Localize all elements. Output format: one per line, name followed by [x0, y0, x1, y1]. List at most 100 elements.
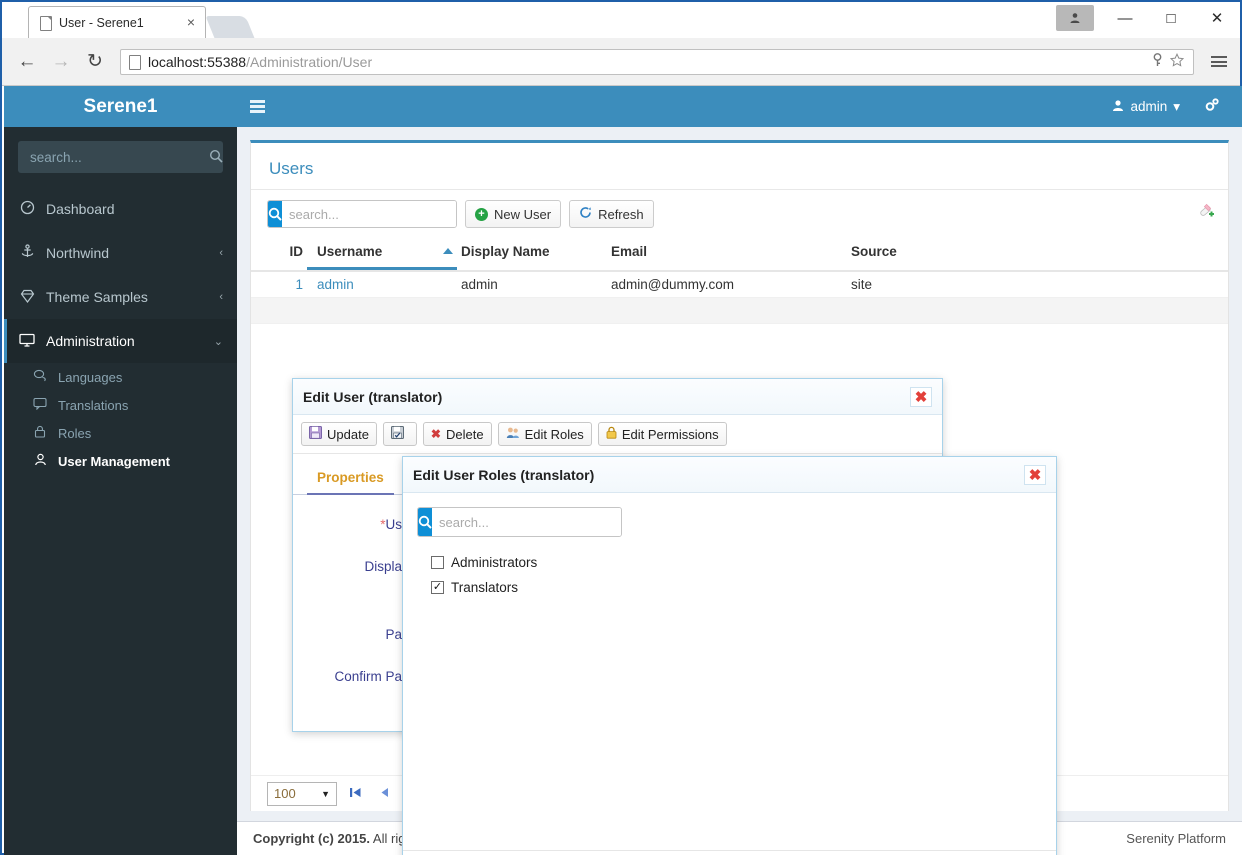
column-header-display-name[interactable]: Display Name [457, 236, 607, 270]
user-icon [32, 453, 48, 469]
window-maximize-button[interactable]: □ [1148, 2, 1194, 34]
edit-user-dialog-toolbar: Update ✖ Delete Edit Roles Edit Permissi… [293, 415, 942, 454]
address-bar[interactable]: localhost:55388/Administration/User [120, 48, 1194, 75]
delete-label: Delete [445, 426, 484, 442]
tab-title: User - Serene1 [59, 15, 144, 30]
edit-roles-dialog-titlebar[interactable]: Edit User Roles (translator) ✖ [403, 457, 1056, 493]
column-header-id[interactable]: ID [267, 236, 307, 270]
roles-quick-search[interactable] [417, 507, 622, 537]
cell-username[interactable]: admin [307, 277, 457, 292]
save-icon [309, 426, 322, 442]
user-menu-label: admin [1130, 99, 1168, 114]
checkbox-unchecked-icon[interactable] [431, 556, 444, 569]
edit-roles-dialog-buttons: OK Cancel [403, 850, 1056, 855]
edit-user-roles-dialog: Edit User Roles (translator) ✖ Administr [402, 456, 1057, 855]
settings-menu-button[interactable] [1192, 86, 1232, 127]
search-icon[interactable] [268, 201, 282, 227]
sidebar-item-label: Languages [58, 369, 123, 385]
new-user-button[interactable]: + New User [465, 200, 562, 228]
app-logo[interactable]: Serene1 [4, 86, 237, 127]
page-info-icon [129, 54, 141, 70]
grid-quick-search[interactable] [267, 200, 457, 228]
profile-icon[interactable] [1056, 5, 1094, 31]
save-and-close-button[interactable] [382, 422, 417, 446]
page-title: Users [251, 143, 1228, 190]
table-row[interactable]: 1 admin admin admin@dummy.com site [251, 272, 1228, 298]
top-navbar: admin ▾ [237, 86, 1242, 127]
page-size-value: 100 [274, 786, 296, 801]
window-minimize-button[interactable]: — [1102, 2, 1148, 34]
cell-email: admin@dummy.com [611, 277, 734, 292]
diamond-icon [18, 289, 36, 306]
search-icon[interactable] [418, 508, 432, 536]
sidebar-item-northwind[interactable]: Northwind ‹ [4, 231, 237, 275]
refresh-button[interactable]: Refresh [569, 200, 654, 228]
chevron-down-icon: ⌄ [213, 335, 223, 348]
role-checkbox-translators[interactable]: ✓ Translators [431, 580, 1042, 595]
edit-roles-button[interactable]: Edit Roles [497, 422, 592, 446]
checkbox-checked-icon[interactable]: ✓ [431, 581, 444, 594]
forward-button[interactable]: → [44, 45, 78, 79]
sidebar-item-label: Northwind [46, 245, 110, 261]
sidebar-item-label: Translations [58, 397, 129, 413]
form-label-password: Pa [385, 626, 402, 642]
sidebar-search[interactable] [18, 141, 223, 173]
edit-user-dialog-titlebar[interactable]: Edit User (translator) ✖ [293, 379, 942, 415]
browser-tab[interactable]: User - Serene1 × [28, 6, 206, 38]
first-page-button[interactable] [345, 786, 366, 802]
role-checkbox-administrators[interactable]: Administrators [431, 555, 1042, 570]
sidebar-item-dashboard[interactable]: Dashboard [4, 187, 237, 231]
form-label-text: Us [385, 516, 403, 532]
search-icon[interactable] [209, 149, 223, 166]
delete-button[interactable]: ✖ Delete [422, 422, 492, 446]
key-icon[interactable] [1147, 53, 1167, 70]
sidebar-item-languages[interactable]: Languages [4, 363, 237, 391]
sidebar: Dashboard Northwind ‹ [4, 127, 237, 855]
sidebar-item-roles[interactable]: Roles [4, 419, 237, 447]
lock-icon [606, 426, 617, 442]
new-tab-button[interactable] [205, 16, 255, 38]
reload-button[interactable]: ↻ [78, 45, 112, 79]
bookmark-star-icon[interactable] [1167, 53, 1187, 70]
back-button[interactable]: ← [10, 45, 44, 79]
edit-user-dialog-title: Edit User (translator) [303, 388, 443, 405]
browser-window: User - Serene1 × — □ ✕ ← → ↻ localhost:5… [0, 0, 1242, 855]
tab-properties[interactable]: Properties [307, 462, 394, 495]
previous-page-button[interactable] [374, 786, 395, 802]
window-close-button[interactable]: ✕ [1194, 2, 1240, 34]
column-header-label: Username [317, 244, 383, 259]
dashboard-icon [18, 200, 36, 218]
edit-roles-label: Edit Roles [524, 426, 584, 442]
cell-id: 1 [295, 277, 303, 292]
column-picker-icon[interactable] [1196, 198, 1218, 220]
sidebar-item-administration[interactable]: Administration ⌄ [4, 319, 237, 363]
chevron-down-icon: ▾ [1173, 98, 1180, 114]
user-menu[interactable]: admin ▾ [1100, 86, 1192, 127]
browser-menu-button[interactable] [1206, 47, 1232, 77]
comment-icon [32, 397, 48, 413]
close-icon[interactable]: ✖ [1024, 464, 1046, 485]
refresh-label: Refresh [598, 206, 644, 222]
hamburger-icon [1211, 54, 1227, 70]
column-header-email[interactable]: Email [607, 236, 847, 270]
grid-search-input[interactable] [282, 201, 456, 227]
sidebar-search-input[interactable] [28, 148, 209, 166]
new-user-label: New User [494, 206, 552, 222]
page-size-select[interactable]: 100 ▼ [267, 781, 337, 806]
sidebar-item-translations[interactable]: Translations [4, 391, 237, 419]
update-button[interactable]: Update [301, 422, 377, 446]
column-header-source[interactable]: Source [847, 236, 997, 270]
close-icon[interactable]: ✖ [910, 386, 932, 407]
edit-permissions-button[interactable]: Edit Permissions [597, 422, 727, 446]
column-header-username[interactable]: Username [307, 236, 457, 270]
sidebar-item-user-management[interactable]: User Management [4, 447, 237, 475]
browser-toolbar: ← → ↻ localhost:55388/Administration/Use… [2, 38, 1240, 86]
tab-close-icon[interactable]: × [183, 14, 199, 31]
roles-search-input[interactable] [432, 508, 621, 536]
sidebar-item-theme-samples[interactable]: Theme Samples ‹ [4, 275, 237, 319]
table-row[interactable] [251, 298, 1228, 324]
url-path: /Administration/User [246, 53, 373, 70]
lock-icon [32, 425, 48, 441]
cell-display-name: admin [461, 277, 498, 292]
sidebar-toggle-button[interactable] [237, 86, 277, 127]
